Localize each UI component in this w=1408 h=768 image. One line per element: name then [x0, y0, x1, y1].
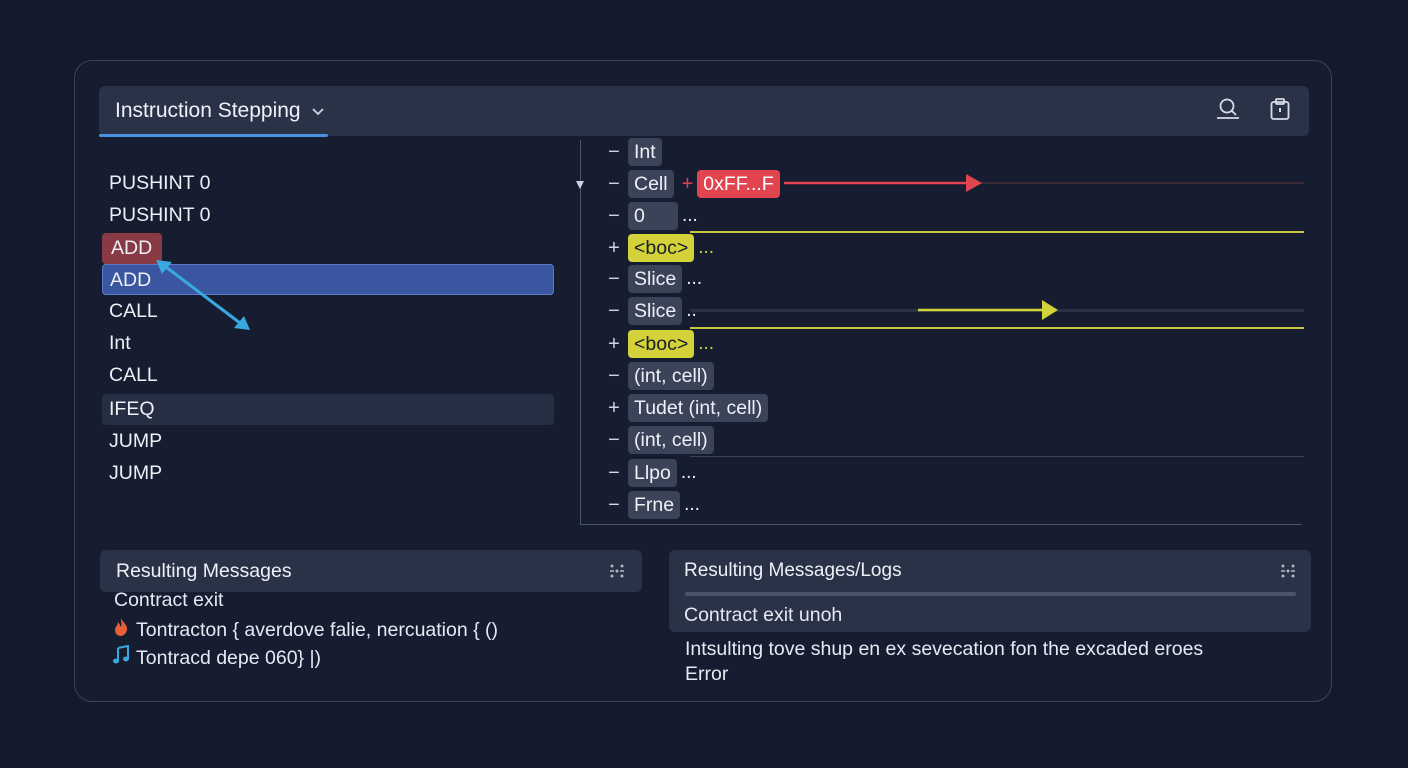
- stack-value: Slice: [628, 265, 683, 293]
- collapse-toggle[interactable]: −: [604, 268, 624, 291]
- message-text: Tontracd depe 060} |): [136, 646, 322, 669]
- drag-handle-icon[interactable]: [608, 562, 626, 580]
- instruction-label: ADD: [111, 237, 153, 259]
- stack-entry[interactable]: − Cell + 0xFF...F: [604, 170, 780, 198]
- stack-value: Slice: [628, 297, 683, 325]
- trace-line-yellow: [690, 231, 1304, 233]
- diff-plus-sign: +: [681, 172, 694, 195]
- stack-value: <boc>: [628, 234, 695, 262]
- collapse-toggle[interactable]: −: [604, 205, 624, 228]
- drag-handle-icon[interactable]: [1279, 562, 1297, 580]
- stack-value: Cell: [628, 170, 674, 198]
- instruction-item[interactable]: PUSHINT 0: [102, 168, 211, 199]
- instruction-item-hover[interactable]: IFEQ: [102, 394, 554, 425]
- message-line: Tontracd depe 060} |): [112, 644, 322, 671]
- trace-arrow-yellow: [918, 300, 1058, 320]
- instruction-item[interactable]: CALL: [102, 360, 158, 391]
- stack-entry[interactable]: − Int: [604, 138, 662, 166]
- message-line: Contract exit: [114, 589, 223, 612]
- flame-icon: [112, 617, 130, 643]
- stack-value: <boc>: [628, 330, 695, 358]
- instruction-item[interactable]: PUSHINT 0: [102, 200, 211, 231]
- ellipsis: ...: [698, 333, 715, 354]
- stack-entry[interactable]: − (int, cell): [604, 426, 714, 454]
- instruction-item[interactable]: JUMP: [102, 458, 162, 489]
- collapse-toggle[interactable]: −: [604, 173, 624, 196]
- active-tab-indicator: [99, 134, 328, 137]
- instruction-label: JUMP: [109, 462, 163, 484]
- log-line: Intsulting tove shup en ex sevecation fo…: [685, 638, 1204, 660]
- caret-down-icon: [575, 178, 585, 196]
- collapse-toggle[interactable]: −: [604, 300, 624, 323]
- collapse-toggle[interactable]: −: [604, 365, 624, 388]
- instruction-item[interactable]: Int: [102, 328, 131, 359]
- collapse-toggle[interactable]: −: [604, 462, 624, 485]
- log-line-error: Error: [685, 663, 729, 685]
- instruction-label: PUSHINT 0: [109, 172, 211, 194]
- instruction-label: Int: [109, 332, 131, 354]
- stack-entry[interactable]: + Tudet (int, cell): [604, 394, 769, 422]
- panel-title: Resulting Messages: [116, 560, 292, 582]
- clipboard-icon: [1269, 97, 1291, 126]
- instruction-stepping-dropdown[interactable]: Instruction Stepping: [115, 99, 325, 123]
- clipboard-button[interactable]: [1265, 96, 1295, 126]
- double-arrow-icon: [156, 260, 250, 330]
- stack-value: (int, cell): [628, 362, 714, 390]
- chevron-down-icon: [311, 99, 325, 123]
- ellipsis: ...: [684, 494, 700, 515]
- logs-panel: Resulting Messages/Logs Contract exit un…: [669, 550, 1311, 632]
- ellipsis: ...: [680, 462, 697, 483]
- ellipsis: ...: [698, 237, 715, 258]
- message-text: Tontracton { averdove falie, nercuation …: [136, 618, 499, 641]
- ellipsis: ...: [682, 205, 698, 226]
- expand-toggle[interactable]: +: [604, 237, 624, 260]
- log-line: Contract exit unoh: [684, 604, 843, 626]
- header-title: Instruction Stepping: [115, 99, 301, 122]
- collapse-toggle[interactable]: −: [604, 429, 624, 452]
- messages-panel-header: Resulting Messages: [100, 550, 642, 592]
- collapse-toggle[interactable]: −: [604, 141, 624, 164]
- stack-value: (int, cell): [628, 426, 714, 454]
- ellipsis: ..: [686, 300, 697, 321]
- stack-value: Int: [628, 138, 662, 166]
- instruction-label: ADD: [110, 269, 152, 291]
- log-progress-bar: [685, 592, 1296, 596]
- instruction-label: PUSHINT 0: [109, 204, 211, 226]
- search-icon: [1214, 97, 1242, 126]
- expand-toggle[interactable]: +: [604, 333, 624, 356]
- toolbar: Instruction Stepping: [99, 86, 1309, 137]
- stack-value: 0: [628, 202, 678, 230]
- stack-separator: [690, 456, 1304, 457]
- collapse-toggle[interactable]: −: [604, 494, 624, 517]
- instruction-label: CALL: [109, 364, 158, 386]
- message-text: Contract exit: [114, 589, 224, 611]
- trace-line-yellow: [690, 327, 1304, 329]
- stack-entry[interactable]: + <boc> ...: [604, 234, 714, 262]
- stack-value: Tudet (int, cell): [628, 394, 769, 422]
- instruction-item[interactable]: JUMP: [102, 426, 162, 457]
- stack-entry[interactable]: + <boc> ...: [604, 330, 714, 358]
- stack-bottom-border: [580, 524, 1302, 525]
- stack-entry[interactable]: − (int, cell): [604, 362, 714, 390]
- stack-entry[interactable]: − Slice ...: [604, 265, 702, 293]
- stack-entry[interactable]: − Frne ...: [604, 491, 700, 519]
- stack-value: Llpo: [628, 459, 677, 487]
- message-line: Tontracton { averdove falie, nercuation …: [112, 617, 498, 643]
- ellipsis: ...: [686, 268, 703, 289]
- instruction-label: JUMP: [109, 430, 163, 452]
- stack-divider: [580, 140, 581, 525]
- panel-title: Resulting Messages/Logs: [684, 560, 902, 581]
- expand-toggle[interactable]: +: [604, 397, 624, 420]
- stack-entry[interactable]: − 0 ...: [604, 202, 698, 230]
- search-button[interactable]: [1213, 96, 1243, 126]
- trace-arrow-red: [784, 174, 982, 192]
- music-note-icon: [112, 644, 130, 671]
- stack-entry[interactable]: − Slice ..: [604, 297, 697, 325]
- changed-value-badge: 0xFF...F: [697, 170, 780, 198]
- stack-entry[interactable]: − Llpo ...: [604, 459, 697, 487]
- instruction-label: IFEQ: [109, 398, 155, 420]
- stack-value: Frne: [628, 491, 681, 519]
